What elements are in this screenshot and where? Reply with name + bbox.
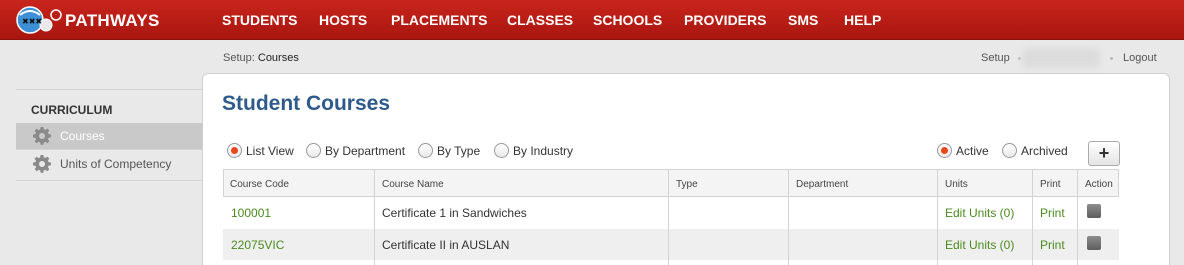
radio-label: By Industry (513, 144, 574, 158)
header-print: Print (1040, 179, 1061, 190)
sidebar-divider (16, 180, 202, 181)
radio-label: Active (956, 144, 989, 158)
table-row: 100001 Certificate 1 in Sandwiches Edit … (223, 197, 1119, 228)
separator-dot (1110, 57, 1113, 60)
pathways-logo-icon[interactable]: ✖✖✖ (12, 3, 62, 37)
archive-icon[interactable] (1087, 236, 1101, 250)
sidebar-title: CURRICULUM (31, 103, 113, 117)
course-name: Certificate II in AUSLAN (382, 238, 510, 252)
sidebar-item-courses[interactable]: Courses (16, 123, 202, 149)
page-title: Student Courses (222, 92, 391, 115)
nav-classes[interactable]: CLASSES (507, 12, 573, 28)
user-name-blurred[interactable] (1022, 48, 1100, 68)
sidebar-divider (16, 149, 202, 150)
nav-schools[interactable]: SCHOOLS (593, 12, 662, 28)
radio-button[interactable] (1002, 143, 1017, 158)
brand-name[interactable]: PATHWAYS (65, 11, 160, 31)
nav-placements[interactable]: PLACEMENTS (391, 12, 487, 28)
nav-hosts[interactable]: HOSTS (319, 12, 367, 28)
gear-icon (33, 127, 51, 145)
radio-button[interactable] (494, 143, 509, 158)
course-name: Certificate 1 in Sandwiches (382, 206, 527, 220)
table-header: Course Code Course Name Type Department … (223, 169, 1119, 197)
header-units: Units (945, 179, 968, 190)
radio-button-selected[interactable] (937, 143, 952, 158)
sidebar-item-label: Units of Competency (60, 157, 172, 171)
radio-label: List View (246, 144, 294, 158)
course-code-link[interactable]: 22075VIC (231, 238, 284, 252)
column-divider (1032, 169, 1033, 265)
archive-icon[interactable] (1087, 204, 1101, 218)
edit-units-link[interactable]: Edit Units (0) (945, 238, 1014, 252)
radio-label: By Department (325, 144, 406, 158)
course-code-link[interactable]: 100001 (231, 206, 271, 220)
edit-units-link[interactable]: Edit Units (0) (945, 206, 1014, 220)
print-link[interactable]: Print (1040, 238, 1065, 252)
header-type[interactable]: Type (676, 179, 698, 190)
sidebar-divider (16, 89, 202, 90)
svg-text:✖✖✖: ✖✖✖ (22, 17, 42, 26)
breadcrumb: Setup: Courses (223, 52, 299, 64)
setup-link[interactable]: Setup (981, 52, 1010, 64)
header-course-code[interactable]: Course Code (230, 179, 289, 190)
radio-button-selected[interactable] (227, 143, 242, 158)
nav-sms[interactable]: SMS (788, 12, 818, 28)
breadcrumb-prefix[interactable]: Setup: (223, 52, 255, 64)
header-action: Action (1085, 179, 1113, 190)
radio-label: By Type (437, 144, 481, 158)
sidebar-item-units-of-competency[interactable]: Units of Competency (16, 151, 202, 177)
add-course-button[interactable]: + (1088, 141, 1120, 166)
separator-dot (1018, 57, 1021, 60)
column-divider (668, 169, 669, 265)
gear-icon (33, 155, 51, 173)
nav-providers[interactable]: PROVIDERS (684, 12, 766, 28)
header-department[interactable]: Department (796, 179, 848, 190)
radio-button[interactable] (418, 143, 433, 158)
table-row: 22075VIC Certificate II in AUSLAN Edit U… (223, 229, 1119, 260)
column-divider (1077, 169, 1078, 265)
nav-students[interactable]: STUDENTS (222, 12, 297, 28)
header-course-name[interactable]: Course Name (382, 179, 444, 190)
radio-button[interactable] (306, 143, 321, 158)
breadcrumb-current: Courses (257, 52, 299, 64)
column-divider (374, 169, 375, 265)
column-divider (937, 169, 938, 265)
radio-label: Archived (1021, 144, 1068, 158)
print-link[interactable]: Print (1040, 206, 1065, 220)
logout-link[interactable]: Logout (1123, 52, 1157, 64)
column-divider (788, 169, 789, 265)
nav-help[interactable]: HELP (844, 12, 881, 28)
top-nav-bar: ✖✖✖ PATHWAYS STUDENTS HOSTS PLACEMENTS C… (0, 0, 1184, 40)
sidebar-item-label: Courses (60, 129, 105, 143)
